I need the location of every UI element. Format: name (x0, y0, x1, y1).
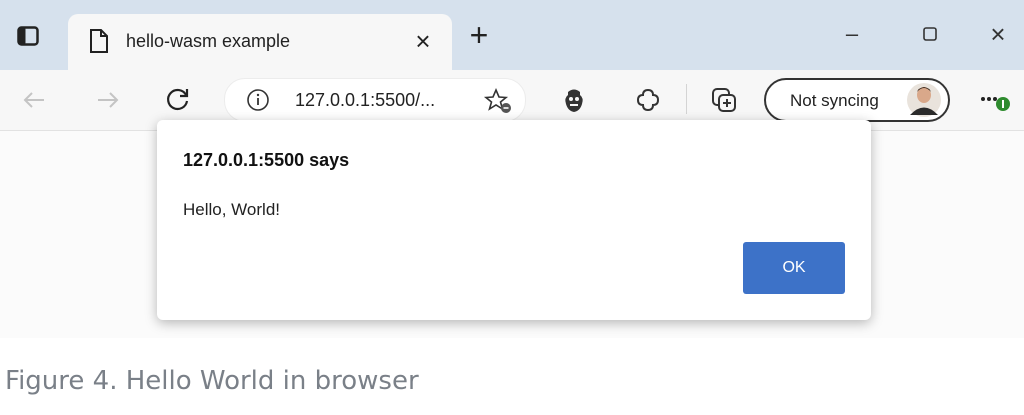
new-tab-button[interactable]: + (462, 17, 496, 53)
alert-dialog: 127.0.0.1:5500 says Hello, World! OK (157, 120, 871, 320)
page-icon (86, 26, 112, 56)
browser-window: hello-wasm example × + – × 127.0.0.1:550… (0, 0, 1024, 338)
more-icon[interactable] (976, 84, 1016, 116)
close-tab-icon[interactable]: × (408, 26, 438, 56)
close-window-button[interactable]: × (978, 18, 1018, 50)
title-bar: hello-wasm example × + – × (0, 0, 1024, 72)
collections-icon[interactable] (706, 82, 742, 118)
ok-button[interactable]: OK (743, 242, 845, 294)
info-icon[interactable] (245, 87, 271, 113)
back-icon[interactable] (18, 84, 50, 116)
dialog-title: 127.0.0.1:5500 says (183, 150, 350, 170)
sync-label: Not syncing (790, 91, 879, 110)
figure-caption: Figure 4. Hello World in browser (5, 366, 419, 396)
toolbar-divider (686, 84, 687, 114)
active-tab[interactable]: hello-wasm example × (68, 14, 452, 72)
tab-actions-icon[interactable] (14, 22, 42, 50)
url-text[interactable]: 127.0.0.1:5500/... (295, 90, 435, 111)
dialog-message: Hello, World! (183, 200, 280, 219)
refresh-icon[interactable] (160, 82, 196, 118)
performance-icon[interactable] (556, 82, 592, 118)
tab-title: hello-wasm example (126, 31, 291, 51)
extension-icon[interactable] (630, 82, 666, 118)
avatar (906, 82, 942, 118)
maximize-button[interactable] (910, 18, 950, 50)
minimize-button[interactable]: – (832, 18, 872, 50)
favorite-icon[interactable] (482, 86, 514, 116)
sync-button[interactable]: Not syncing (764, 78, 950, 122)
maximize-icon (923, 27, 937, 41)
address-bar[interactable]: 127.0.0.1:5500/... (224, 78, 526, 122)
forward-icon[interactable] (92, 84, 124, 116)
